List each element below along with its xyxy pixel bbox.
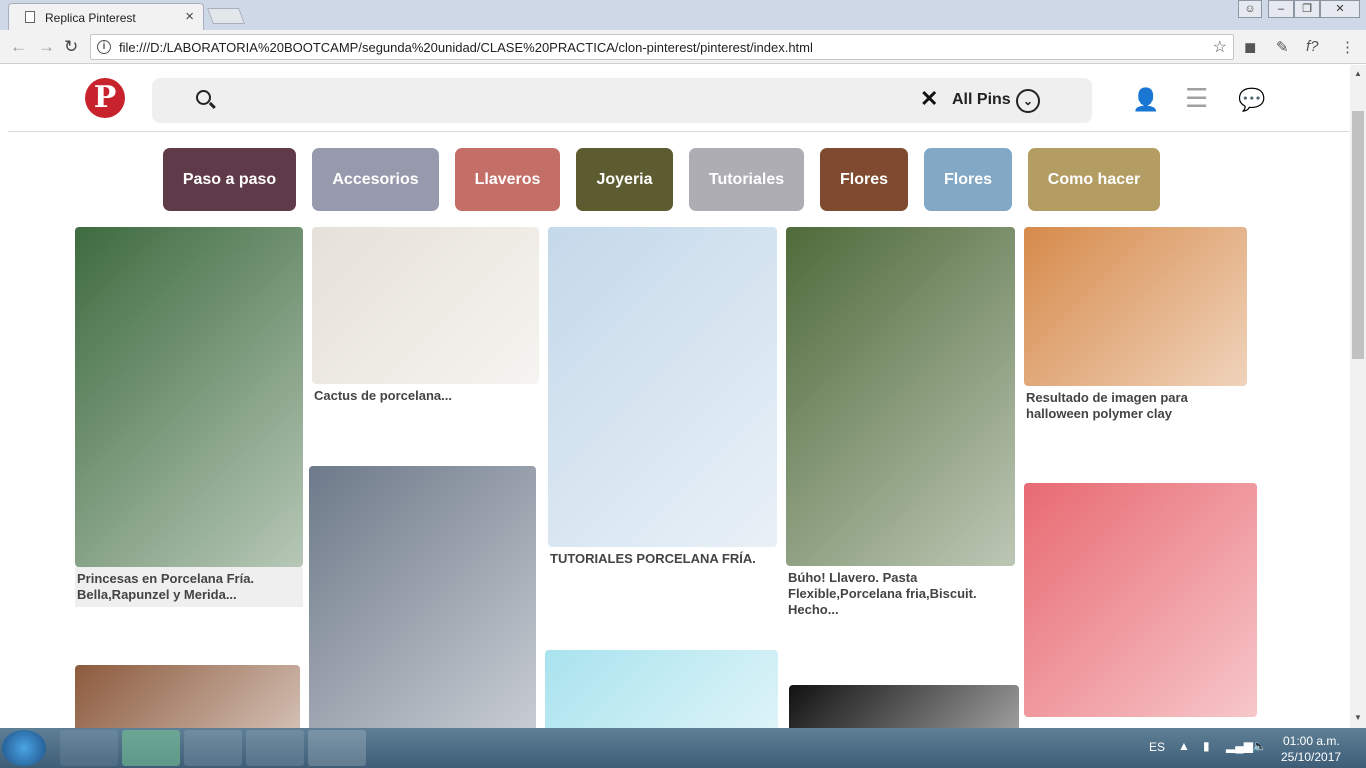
search-input[interactable] [232,88,912,113]
address-bar-row: ← → ↻ i file:///D:/LABORATORIA%20BOOTCAM… [0,30,1366,64]
taskbar-app-chrome[interactable] [184,730,242,766]
pin-image[interactable] [789,685,1019,728]
pin-card[interactable]: Búho! Llavero. Pasta Flexible,Porcelana … [786,227,1015,622]
volume-icon[interactable]: 🔈 [1252,739,1267,753]
menu-lines-icon[interactable]: ☰ [1185,83,1208,114]
browser-tab[interactable]: Replica Pinterest × [8,3,204,30]
pin-card[interactable] [789,685,1019,728]
pin-caption: Resultado de imagen para halloween polym… [1026,390,1188,421]
pin-card[interactable] [75,665,300,728]
filter-label[interactable]: All Pins [952,91,1011,109]
chat-icon[interactable]: 💬 [1238,87,1265,113]
pin-image[interactable] [75,227,303,567]
pin-image[interactable] [545,650,778,728]
pin-card[interactable]: Resultado de imagen para halloween polym… [1024,227,1247,426]
pin-card[interactable]: Princesas en Porcelana Fría. Bella,Rapun… [75,227,303,607]
extension-tools-icon[interactable]: ✎ [1276,38,1289,56]
back-icon[interactable]: ← [10,37,27,57]
pin-card[interactable] [545,650,778,728]
search-icon[interactable] [196,90,211,105]
bookmark-star-icon[interactable]: ☆ [1213,37,1227,57]
signal-icon[interactable]: ▂▄▆ [1226,739,1253,753]
category-button[interactable]: Flores [924,148,1012,211]
header-divider [8,131,1350,132]
close-window-button[interactable]: ✕ [1320,0,1360,18]
scroll-down-icon[interactable]: ▼ [1354,713,1362,722]
profile-button[interactable]: ☺ [1238,0,1262,18]
battery-icon[interactable]: ▮ [1203,739,1210,753]
page-content: P ✕ All Pins ⌄ 👤 ☰ 💬 Paso a paso Accesor… [0,65,1350,728]
taskbar-app-explorer[interactable] [246,730,304,766]
clear-search-icon[interactable]: ✕ [920,86,938,112]
reload-icon[interactable]: ↻ [64,37,78,57]
pin-image[interactable] [309,466,536,728]
page-icon [25,11,35,23]
browser-tab-bar: Replica Pinterest × ☺ – ❐ ✕ [0,0,1366,30]
minimize-button[interactable]: – [1268,0,1294,18]
pinterest-logo[interactable]: P [85,78,125,118]
pin-image[interactable] [548,227,777,547]
menu-icon[interactable]: ⋮ [1340,38,1355,56]
pin-caption: Princesas en Porcelana Fría. Bella,Rapun… [75,567,303,607]
pin-card[interactable]: Cactus de porcelana... [312,227,539,408]
new-tab-button[interactable] [207,8,245,24]
taskbar-app-notes[interactable] [60,730,118,766]
scrollbar-thumb[interactable] [1352,111,1364,359]
category-button[interactable]: Paso a paso [163,148,296,211]
forward-icon[interactable]: → [38,37,55,57]
tray-arrow-icon[interactable]: ▲ [1178,739,1190,753]
pin-card[interactable] [309,466,536,728]
category-button[interactable]: Llaveros [455,148,560,211]
extension-icon[interactable]: ◼ [1244,38,1256,56]
pin-image[interactable] [1024,483,1257,717]
taskbar-app-atom[interactable] [122,730,180,766]
category-button[interactable]: Como hacer [1028,148,1160,211]
category-button[interactable]: Flores [820,148,908,211]
function-extension-icon[interactable]: f? [1306,38,1319,55]
profile-icon[interactable]: 👤 [1132,87,1159,113]
close-tab-icon[interactable]: × [185,8,194,25]
pin-card[interactable]: TUTORIALES PORCELANA FRÍA. [548,227,777,571]
scroll-up-icon[interactable]: ▲ [1354,69,1362,78]
page-scrollbar[interactable]: ▲ ▼ [1350,65,1366,728]
taskbar-app-media[interactable] [308,730,366,766]
tab-title: Replica Pinterest [45,11,136,25]
pin-image[interactable] [786,227,1015,566]
clock-time[interactable]: 01:00 a.m. [1283,734,1340,748]
chevron-down-icon[interactable]: ⌄ [1016,89,1040,113]
pin-caption: Cactus de porcelana... [314,388,452,403]
start-button[interactable] [2,730,46,766]
pin-card[interactable] [1024,483,1257,717]
search-bar: ✕ All Pins ⌄ [152,78,1092,123]
category-button[interactable]: Tutoriales [689,148,804,211]
pin-image[interactable] [75,665,300,728]
language-indicator[interactable]: ES [1149,740,1165,754]
category-button[interactable]: Accesorios [312,148,439,211]
clock-date[interactable]: 25/10/2017 [1281,750,1341,764]
pin-image[interactable] [312,227,539,384]
info-icon[interactable]: i [97,40,111,54]
maximize-button[interactable]: ❐ [1294,0,1320,18]
taskbar: ES ▲ ▮ ▂▄▆ 🔈 01:00 a.m. 25/10/2017 [0,728,1366,768]
pin-image[interactable] [1024,227,1247,386]
pin-caption: TUTORIALES PORCELANA FRÍA. [550,551,756,566]
category-button[interactable]: Joyeria [576,148,673,211]
address-bar[interactable]: i file:///D:/LABORATORIA%20BOOTCAMP/segu… [90,34,1234,60]
url-text: file:///D:/LABORATORIA%20BOOTCAMP/segund… [119,40,813,55]
pin-caption: Búho! Llavero. Pasta Flexible,Porcelana … [788,570,977,617]
